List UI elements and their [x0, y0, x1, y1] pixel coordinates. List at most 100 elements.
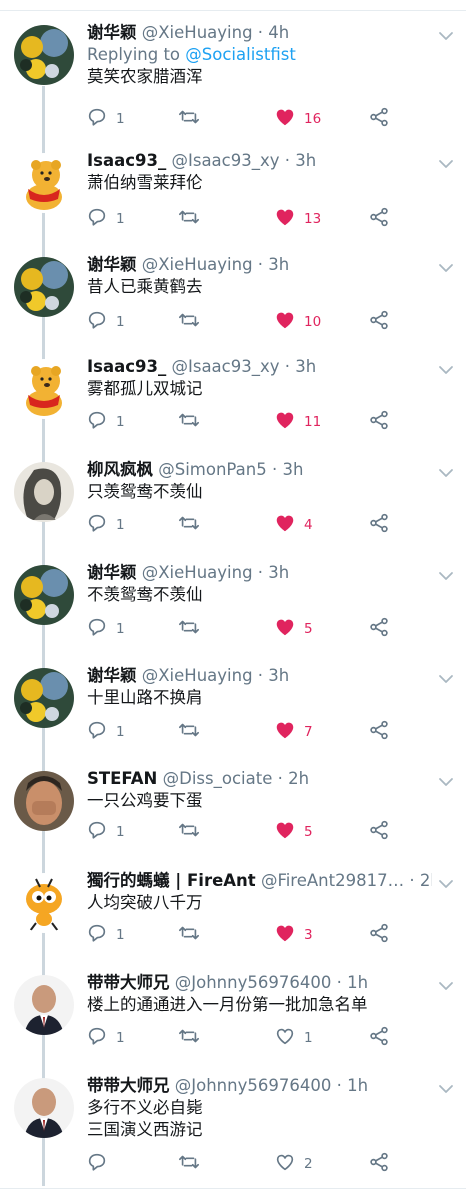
- author-handle[interactable]: @Johnny56976400: [175, 973, 332, 992]
- tweet[interactable]: 獨行的螞蟻 | FireAnt @FireAnt29817… · 2h人均突破八…: [0, 870, 466, 949]
- author-handle[interactable]: @FireAnt29817…: [261, 871, 404, 890]
- tweet[interactable]: Isaac93_ @Isaac93_xy · 3h 萧伯纳雪莱拜伦 1 13: [0, 150, 466, 233]
- share-button[interactable]: [368, 107, 390, 131]
- timestamp[interactable]: 4h: [268, 23, 289, 42]
- tweet[interactable]: 带带大师兄 @Johnny56976400 · 1h 楼上的通通进入一月份第一批加…: [0, 972, 466, 1052]
- like-button[interactable]: 2: [274, 1152, 313, 1176]
- chevron-down-icon[interactable]: [436, 669, 456, 689]
- author-name[interactable]: 谢华颖: [87, 666, 137, 685]
- author-handle[interactable]: @Isaac93_xy: [171, 151, 279, 170]
- author-handle[interactable]: @XieHuaying: [142, 23, 253, 42]
- avatar[interactable]: [14, 668, 74, 728]
- author-handle[interactable]: @Johnny56976400: [175, 1076, 332, 1095]
- author-name[interactable]: 谢华颖: [87, 563, 137, 582]
- avatar[interactable]: [14, 1078, 74, 1138]
- retweet-button[interactable]: [178, 410, 200, 434]
- reply-button[interactable]: 1: [86, 617, 125, 641]
- author-name[interactable]: STEFAN: [87, 769, 157, 788]
- like-button[interactable]: 10: [274, 310, 321, 334]
- like-button[interactable]: 4: [274, 513, 313, 537]
- retweet-button[interactable]: [178, 310, 200, 334]
- timestamp[interactable]: 3h: [268, 666, 289, 685]
- like-button[interactable]: 5: [274, 617, 313, 641]
- author-name[interactable]: 带带大师兄: [87, 1076, 170, 1095]
- tweet[interactable]: 柳风疯枫 @SimonPan5 · 3h 只羡鸳鸯不羡仙 1 4: [0, 459, 466, 539]
- avatar[interactable]: [14, 359, 74, 419]
- timestamp[interactable]: 3h: [268, 255, 289, 274]
- author-handle[interactable]: @Diss_ociate: [163, 769, 273, 788]
- author-name[interactable]: Isaac93_: [87, 357, 166, 376]
- share-button[interactable]: [368, 923, 390, 947]
- reply-button[interactable]: 1: [86, 107, 125, 131]
- timestamp[interactable]: 3h: [295, 357, 316, 376]
- author-handle[interactable]: @XieHuaying: [142, 563, 253, 582]
- author-name[interactable]: 带带大师兄: [87, 973, 170, 992]
- replying-to-handle[interactable]: @Socialistfist: [185, 45, 296, 64]
- retweet-button[interactable]: [178, 1152, 200, 1176]
- reply-button[interactable]: [86, 1152, 116, 1176]
- retweet-button[interactable]: [178, 207, 200, 231]
- author-name[interactable]: Isaac93_: [87, 151, 166, 170]
- tweet[interactable]: 谢华颖 @XieHuaying · 3h 不羡鸳鸯不羡仙 1 5: [0, 562, 466, 643]
- tweet[interactable]: Isaac93_ @Isaac93_xy · 3h 雾都孤儿双城记 1 11: [0, 356, 466, 436]
- like-button[interactable]: 5: [274, 820, 313, 844]
- share-button[interactable]: [368, 617, 390, 641]
- retweet-button[interactable]: [178, 720, 200, 744]
- chevron-down-icon[interactable]: [436, 26, 456, 46]
- author-name[interactable]: 獨行的螞蟻 | FireAnt: [87, 871, 256, 890]
- share-button[interactable]: [368, 1026, 390, 1050]
- retweet-button[interactable]: [178, 1026, 200, 1050]
- chevron-down-icon[interactable]: [436, 772, 456, 792]
- like-button[interactable]: 3: [274, 923, 313, 947]
- chevron-down-icon[interactable]: [436, 566, 456, 586]
- avatar[interactable]: [14, 462, 74, 522]
- like-button[interactable]: 7: [274, 720, 313, 744]
- retweet-button[interactable]: [178, 617, 200, 641]
- timestamp[interactable]: 3h: [282, 460, 303, 479]
- author-handle[interactable]: @Isaac93_xy: [171, 357, 279, 376]
- reply-button[interactable]: 1: [86, 310, 125, 334]
- chevron-down-icon[interactable]: [436, 258, 456, 278]
- tweet[interactable]: STEFAN @Diss_ociate · 2h 一只公鸡要下蛋 1 5: [0, 768, 466, 846]
- timestamp[interactable]: 2h: [420, 871, 432, 890]
- reply-button[interactable]: 1: [86, 513, 125, 537]
- chevron-down-icon[interactable]: [436, 976, 456, 996]
- reply-button[interactable]: 1: [86, 923, 125, 947]
- reply-button[interactable]: 1: [86, 207, 125, 231]
- author-handle[interactable]: @XieHuaying: [142, 255, 253, 274]
- share-button[interactable]: [368, 410, 390, 434]
- avatar[interactable]: [14, 771, 74, 831]
- reply-button[interactable]: 1: [86, 820, 125, 844]
- author-handle[interactable]: @SimonPan5: [158, 460, 266, 479]
- retweet-button[interactable]: [178, 923, 200, 947]
- timestamp[interactable]: 3h: [268, 563, 289, 582]
- chevron-down-icon[interactable]: [436, 463, 456, 483]
- reply-button[interactable]: 1: [86, 410, 125, 434]
- author-name[interactable]: 谢华颖: [87, 255, 137, 274]
- chevron-down-icon[interactable]: [436, 154, 456, 174]
- chevron-down-icon[interactable]: [436, 360, 456, 380]
- share-button[interactable]: [368, 513, 390, 537]
- like-button[interactable]: 11: [274, 410, 321, 434]
- tweet[interactable]: 谢华颖 @XieHuaying · 3h 十里山路不换肩 1 7: [0, 665, 466, 746]
- like-button[interactable]: 13: [274, 207, 321, 231]
- author-name[interactable]: 谢华颖: [87, 23, 137, 42]
- chevron-down-icon[interactable]: [436, 1079, 456, 1099]
- share-button[interactable]: [368, 310, 390, 334]
- avatar[interactable]: [14, 25, 74, 85]
- timestamp[interactable]: 1h: [347, 1076, 368, 1095]
- share-button[interactable]: [368, 820, 390, 844]
- author-handle[interactable]: @XieHuaying: [142, 666, 253, 685]
- like-button[interactable]: 1: [274, 1026, 313, 1050]
- avatar[interactable]: [14, 257, 74, 317]
- chevron-down-icon[interactable]: [436, 874, 456, 894]
- tweet[interactable]: 谢华颖 @XieHuaying · 4h Replying to @Sociali…: [0, 22, 466, 133]
- avatar[interactable]: [14, 873, 74, 933]
- avatar[interactable]: [14, 153, 74, 213]
- tweet[interactable]: 带带大师兄 @Johnny56976400 · 1h 多行不义必自毙 三国演义西游记…: [0, 1075, 466, 1178]
- retweet-button[interactable]: [178, 820, 200, 844]
- timestamp[interactable]: 1h: [347, 973, 368, 992]
- share-button[interactable]: [368, 720, 390, 744]
- timestamp[interactable]: 2h: [288, 769, 309, 788]
- retweet-button[interactable]: [178, 513, 200, 537]
